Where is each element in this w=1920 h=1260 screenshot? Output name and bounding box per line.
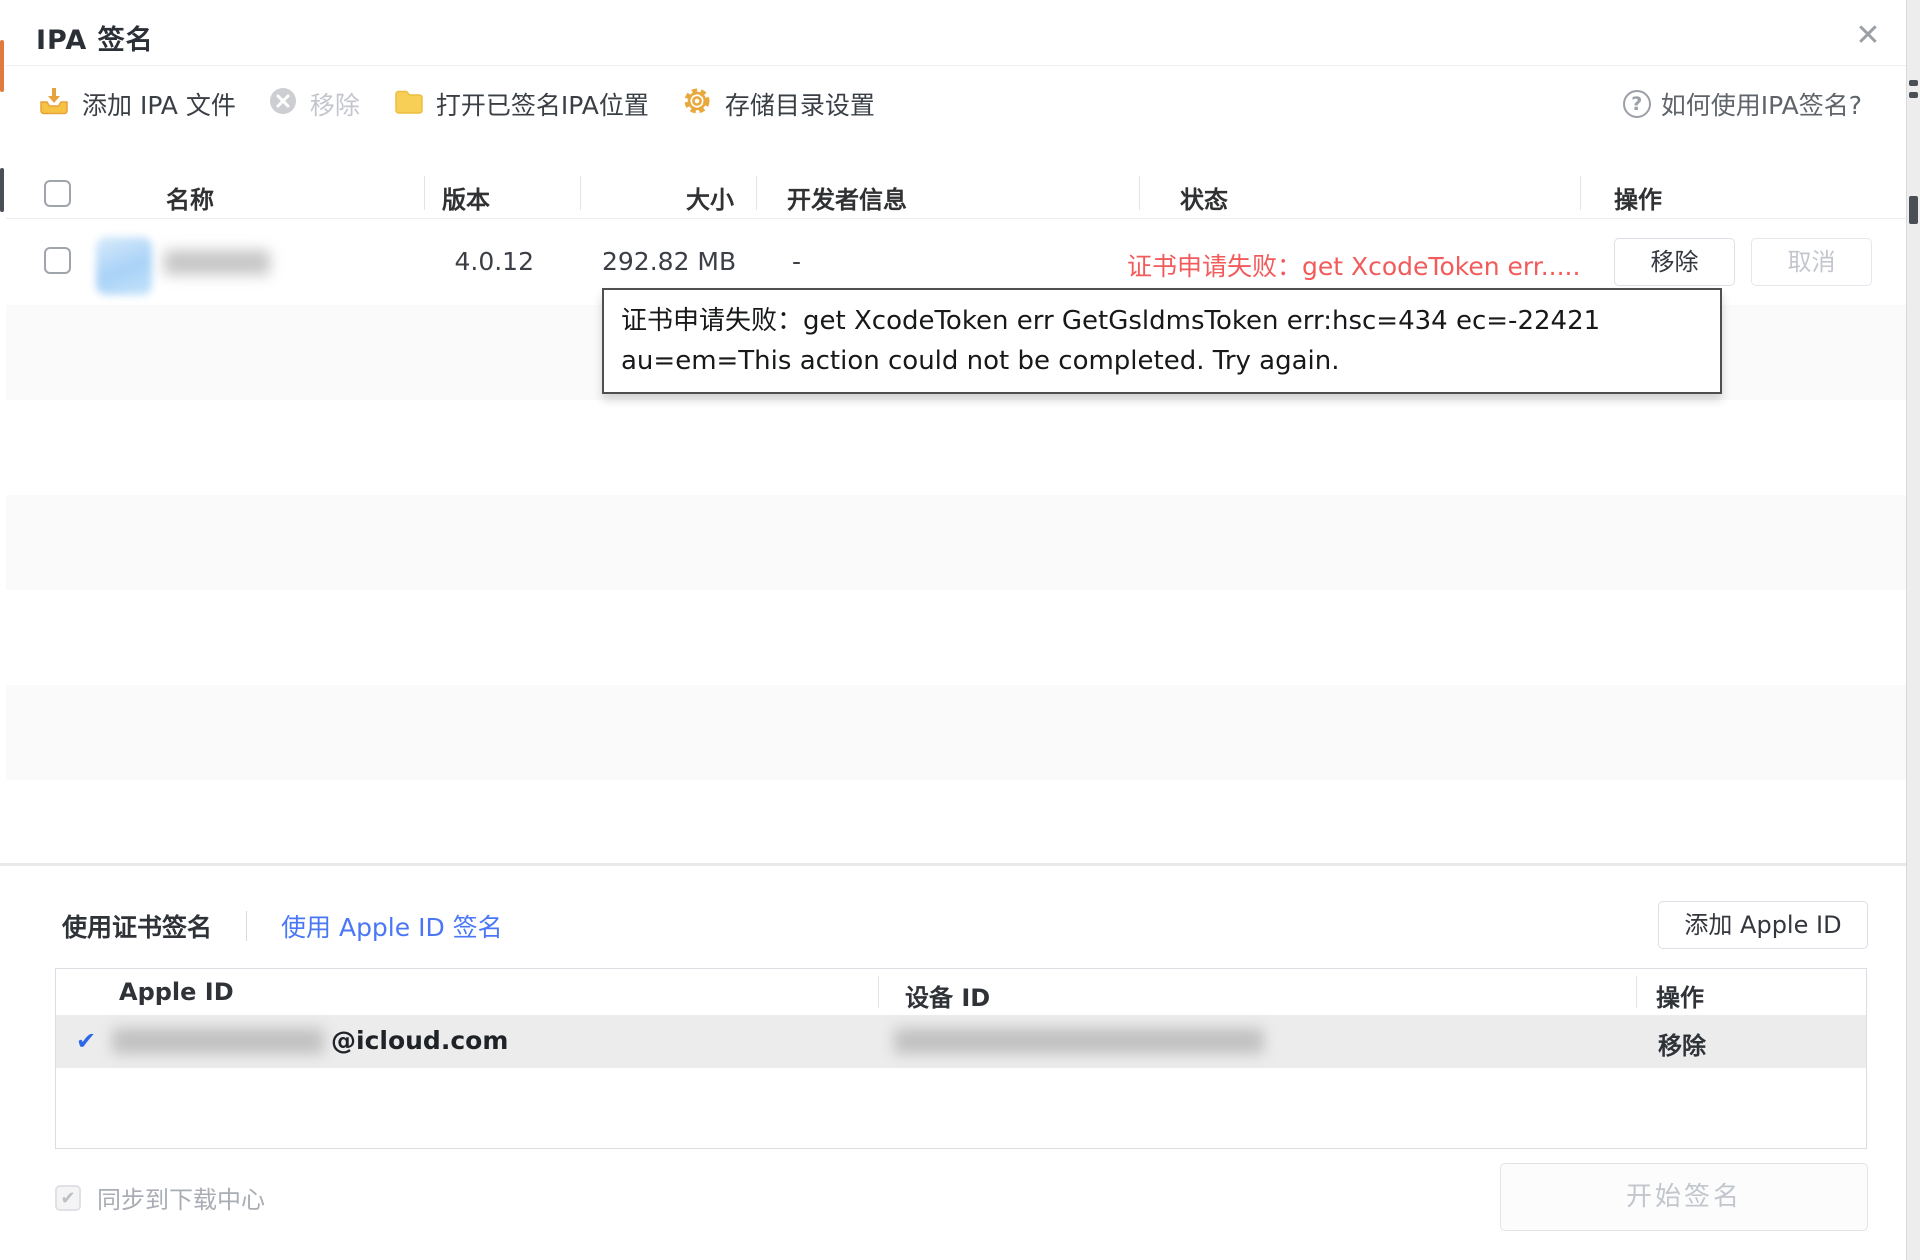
help-link[interactable]: ? 如何使用IPA签名?	[1622, 67, 1862, 141]
gear-icon	[681, 85, 713, 123]
appleid-table: Apple ID 设备 ID 操作 ✔ @icloud.com 移除	[55, 968, 1867, 1149]
column-divider	[1139, 176, 1140, 210]
column-divider	[878, 976, 879, 1008]
sync-option: ✔ 同步到下载中心	[55, 1180, 265, 1215]
row-cancel-button[interactable]: 取消	[1751, 238, 1872, 286]
empty-row-stripe	[6, 495, 1906, 590]
appleid-remove-link[interactable]: 移除	[1658, 1026, 1706, 1061]
col-status: 状态	[1180, 186, 1228, 214]
empty-row-stripe	[6, 685, 1906, 780]
background-fragment	[0, 168, 4, 212]
empty-row-stripe	[6, 780, 1906, 863]
column-divider	[1580, 176, 1581, 210]
folder-icon	[392, 85, 424, 123]
size-cell: 292.82 MB	[602, 247, 737, 276]
col-appleid: Apple ID	[119, 978, 234, 1006]
row-checkbox[interactable]	[44, 247, 71, 274]
background-fragment	[1909, 80, 1918, 86]
appleid-prefix-blurred	[112, 1028, 324, 1054]
open-signed-location-button[interactable]: 打开已签名IPA位置	[392, 85, 649, 123]
page-title: IPA 签名	[36, 25, 154, 56]
empty-row-stripe	[6, 590, 1906, 685]
open-signed-location-label: 打开已签名IPA位置	[435, 91, 649, 120]
ipa-sign-dialog: IPA 签名 ✕ 添加 IPA 文件 移除 打开已签名IPA位置 存储目录设置 …	[0, 0, 1920, 1260]
col-name: 名称	[166, 186, 214, 214]
remove-circle-icon	[268, 86, 298, 122]
row-remove-button[interactable]: 移除	[1614, 238, 1735, 286]
developer-cell: -	[792, 247, 802, 276]
remove-label: 移除	[309, 91, 360, 120]
question-circle-icon: ?	[1622, 90, 1651, 118]
panel-divider	[0, 863, 1920, 866]
background-fragment	[0, 40, 4, 92]
empty-row-stripe	[6, 400, 1906, 495]
sync-label: 同步到下载中心	[97, 1186, 265, 1214]
tab-sign-with-certificate[interactable]: 使用证书签名	[62, 908, 212, 944]
sign-method-tabs: 使用证书签名 使用 Apple ID 签名	[62, 908, 503, 944]
background-fragment	[1909, 92, 1918, 98]
appleid-table-header: Apple ID 设备 ID 操作	[56, 969, 1866, 1016]
column-divider	[1636, 976, 1637, 1008]
storage-settings-label: 存储目录设置	[724, 91, 875, 120]
error-tooltip: 证书申请失败：get XcodeToken err GetGsldmsToken…	[602, 288, 1722, 394]
version-cell: 4.0.12	[454, 247, 534, 276]
add-ipa-icon	[38, 85, 70, 123]
appleid-suffix: @icloud.com	[331, 1026, 509, 1055]
app-icon-blurred	[96, 237, 152, 295]
col-size: 大小	[686, 186, 734, 214]
start-signing-button[interactable]: 开始签名	[1500, 1163, 1868, 1231]
title-bar: IPA 签名 ✕	[6, 0, 1906, 66]
col-device-id: 设备 ID	[905, 984, 991, 1012]
column-divider	[580, 176, 581, 210]
add-appleid-button[interactable]: 添加 Apple ID	[1658, 901, 1868, 949]
ipa-table-header: 名称 版本 大小 开发者信息 状态 操作	[6, 168, 1906, 219]
tab-sign-with-appleid[interactable]: 使用 Apple ID 签名	[281, 908, 503, 944]
col-operation: 操作	[1656, 984, 1704, 1012]
column-divider	[424, 176, 425, 210]
selected-check-icon: ✔	[76, 1027, 97, 1055]
remove-button[interactable]: 移除	[268, 86, 360, 122]
add-ipa-button[interactable]: 添加 IPA 文件	[38, 85, 236, 123]
close-icon[interactable]: ✕	[1848, 16, 1888, 56]
status-cell: 证书申请失败：get XcodeToken err.....	[1127, 252, 1581, 281]
toolbar: 添加 IPA 文件 移除 打开已签名IPA位置 存储目录设置 ? 如何使用IPA…	[6, 67, 1906, 141]
col-developer: 开发者信息	[787, 186, 907, 214]
col-version: 版本	[442, 186, 490, 214]
sync-checkbox[interactable]: ✔	[55, 1184, 81, 1211]
col-actions: 操作	[1614, 186, 1662, 214]
help-label: 如何使用IPA签名?	[1660, 91, 1862, 120]
appleid-row[interactable]: ✔ @icloud.com 移除	[56, 1016, 1866, 1068]
add-ipa-label: 添加 IPA 文件	[82, 91, 236, 120]
device-id-blurred	[894, 1028, 1264, 1054]
app-name-blurred	[164, 250, 270, 275]
background-scrollbar-strip[interactable]	[1906, 0, 1920, 1260]
tab-divider	[246, 911, 248, 941]
storage-settings-button[interactable]: 存储目录设置	[681, 85, 875, 123]
column-divider	[756, 176, 757, 210]
background-fragment	[1909, 196, 1918, 224]
select-all-checkbox[interactable]	[44, 180, 71, 207]
